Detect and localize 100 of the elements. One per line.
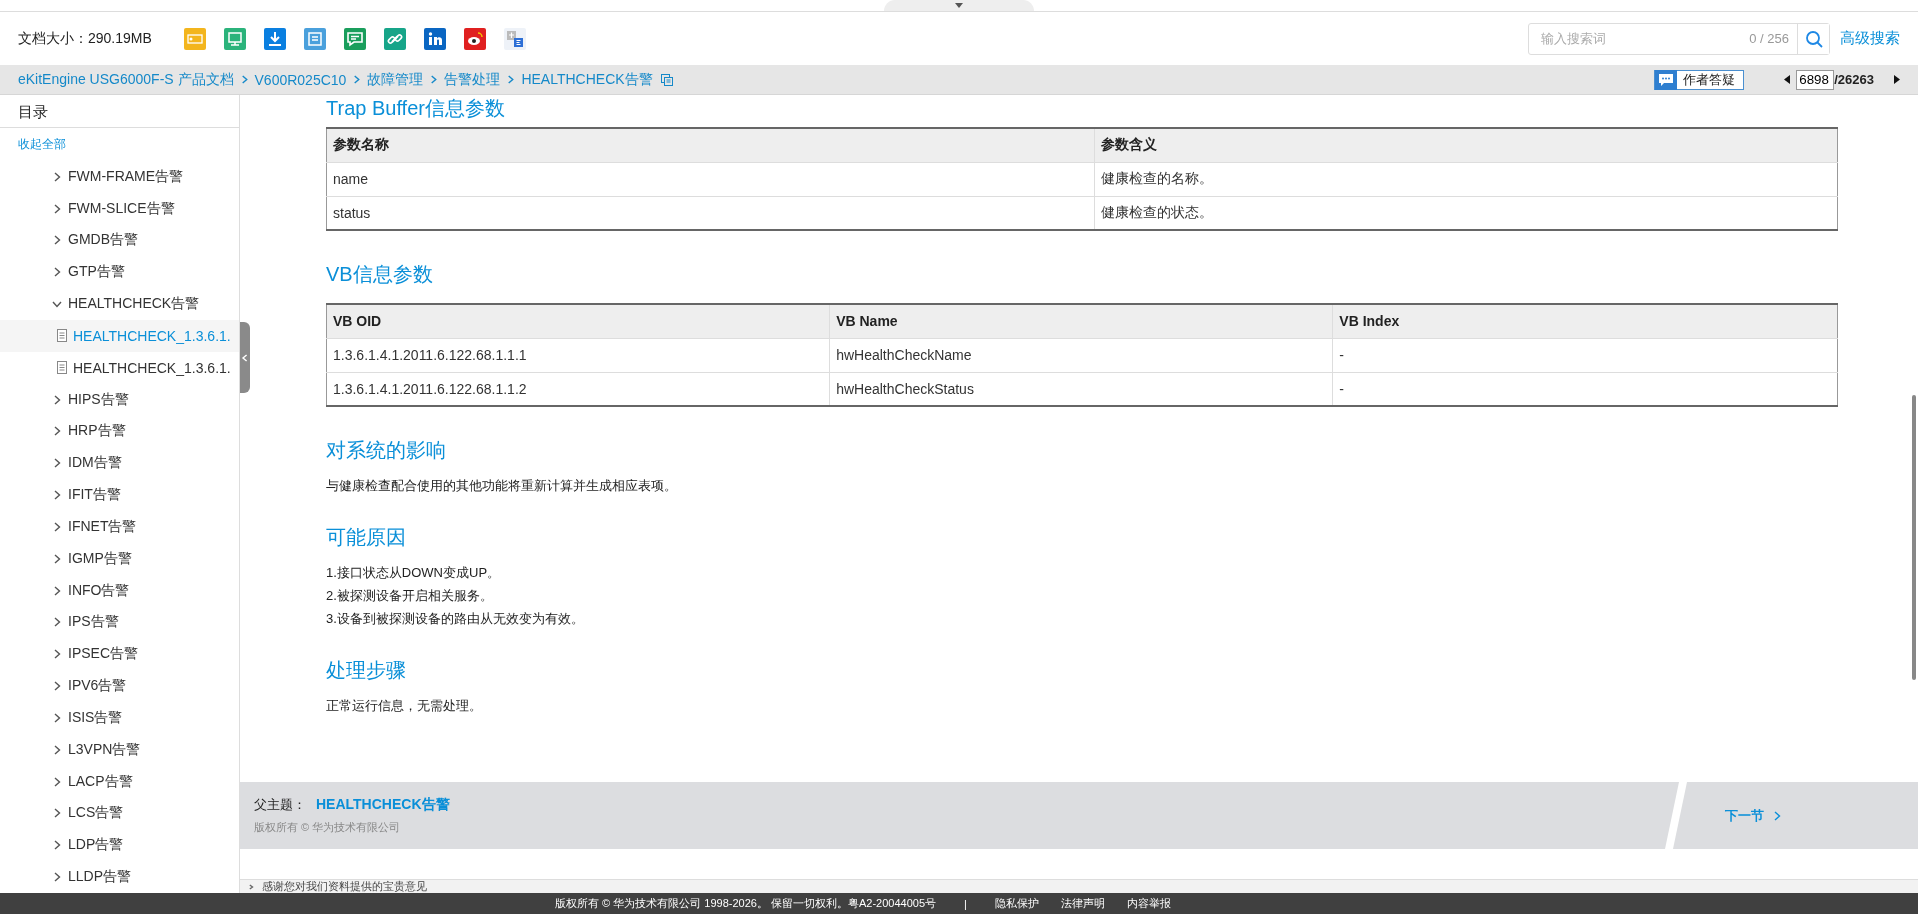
tree-item-label: L3VPN告警 xyxy=(68,740,141,759)
table-header-cell: VB Name xyxy=(829,304,1333,338)
footer-link[interactable]: 内容举报 xyxy=(1126,896,1171,911)
sidebar-collapse-handle[interactable] xyxy=(240,322,250,393)
tree-item[interactable]: IFIT告警 xyxy=(0,479,239,511)
eye-icon[interactable] xyxy=(463,27,486,50)
body-text: 2.被探测设备开启相关服务。 xyxy=(326,587,494,604)
tree-item[interactable]: LCS告警 xyxy=(0,797,239,830)
tree-item-label: LLDP告警 xyxy=(68,868,132,886)
body-text: 正常运行信息，无需处理。 xyxy=(326,697,483,714)
tree-item[interactable]: ISIS告警 xyxy=(0,701,239,734)
previous-page-icon[interactable] xyxy=(1784,75,1791,84)
tree-item[interactable]: FWM-SLICE告警 xyxy=(0,192,239,225)
tree-item-label: HEALTHCHECK_1.3.6.1. xyxy=(73,327,231,344)
table-cell: 健康检查的名称。 xyxy=(1094,162,1838,196)
tree-item-label: IDM告警 xyxy=(68,454,122,473)
tree-item[interactable]: GTP告警 xyxy=(0,256,239,289)
tree-item-label: HIPS告警 xyxy=(68,390,129,409)
section-heading: 对系统的影响 xyxy=(326,438,447,463)
copyright-text: 版权所有 © 华为技术有限公司 xyxy=(254,820,402,835)
tree-item[interactable]: GMDB告警 xyxy=(0,224,239,257)
scrollbar-thumb[interactable] xyxy=(1912,395,1916,680)
tree-item[interactable]: IFNET告警 xyxy=(0,511,239,543)
table-cell: - xyxy=(1332,338,1838,372)
tree-item-label: FWM-SLICE告警 xyxy=(68,199,175,218)
tree-item[interactable]: HEALTHCHECK_1.3.6.1. xyxy=(0,351,239,384)
ask-author-button[interactable]: 作者答疑 xyxy=(1654,69,1745,90)
tree-item-label: IFNET告警 xyxy=(68,517,137,536)
tree-item[interactable]: LACP告警 xyxy=(0,765,239,798)
table-header-cell: 参数名称 xyxy=(326,128,1095,162)
body-text: 与健康检查配合使用的其他功能将重新计算并生成相应表项。 xyxy=(326,477,678,494)
tree-item[interactable]: IPV6告警 xyxy=(0,670,239,702)
chevron-icon xyxy=(1772,810,1782,821)
footer-link[interactable]: 法律声明 xyxy=(1060,896,1105,911)
tree-item[interactable]: HIPS告警 xyxy=(0,383,239,416)
body-text: 3.设备到被探测设备的路由从无效变为有效。 xyxy=(326,610,585,627)
tree-item-label: FWM-FRAME告警 xyxy=(68,167,184,186)
tree-item-label: IPV6告警 xyxy=(68,677,127,696)
page-total: /26263 xyxy=(1834,72,1874,87)
document-icon xyxy=(57,329,67,343)
tree-item-label: IFIT告警 xyxy=(68,486,121,505)
tree-item[interactable]: HRP告警 xyxy=(0,415,239,448)
tree-item[interactable]: INFO告警 xyxy=(0,574,239,607)
tree-item[interactable]: LLDP告警 xyxy=(0,861,239,893)
table-header-cell: VB OID xyxy=(326,304,830,338)
tree-item[interactable]: HEALTHCHECK告警 xyxy=(0,288,239,320)
sidebar-title: 目录 xyxy=(0,95,239,128)
tree-item[interactable]: IPSEC告警 xyxy=(0,638,239,671)
table-cell: 1.3.6.1.4.1.2011.6.122.68.1.1.1 xyxy=(326,338,830,372)
section-heading: 可能原因 xyxy=(326,525,407,550)
translate-icon[interactable] xyxy=(503,27,526,50)
table-header-cell: 参数含义 xyxy=(1094,128,1838,162)
search-counter: 0 / 256 xyxy=(1749,31,1790,46)
table-header-cell: VB Index xyxy=(1332,304,1838,338)
file-size-text: 文档大小：290.19MB xyxy=(18,29,152,48)
tree-item[interactable]: IPS告警 xyxy=(0,606,239,639)
feedback-text: 感谢您对我们资料提供的宝贵意见 xyxy=(262,880,427,893)
section-heading: VB信息参数 xyxy=(326,262,434,287)
monitor-icon[interactable] xyxy=(223,27,246,50)
collapse-all-link[interactable]: 收起全部 xyxy=(0,127,239,161)
section-heading: Trap Buffer信息参数 xyxy=(326,96,506,121)
chevron-icon xyxy=(239,75,249,84)
table-cell: status xyxy=(326,196,1095,230)
advanced-search-link[interactable]: 高级搜索 xyxy=(1840,29,1900,48)
table-cell: hwHealthCheckName xyxy=(829,338,1333,372)
download-icon[interactable] xyxy=(263,27,286,50)
profile-icon[interactable] xyxy=(423,27,446,50)
chevron-icon xyxy=(241,353,249,362)
chat-icon[interactable] xyxy=(343,27,366,50)
caret-icon[interactable] xyxy=(955,3,963,8)
body-text: 1.接口状态从DOWN变成UP。 xyxy=(326,564,502,581)
tree-item[interactable]: FWM-FRAME告警 xyxy=(0,160,239,193)
tree-item-label: IGMP告警 xyxy=(68,549,132,568)
copy-icon[interactable] xyxy=(660,73,673,86)
link-icon[interactable] xyxy=(383,27,406,50)
footer-link[interactable]: 隐私保护 xyxy=(994,896,1039,911)
tree-item[interactable]: LDP告警 xyxy=(0,829,239,862)
tree-item[interactable]: L3VPN告警 xyxy=(0,733,239,766)
search-button[interactable] xyxy=(1797,23,1829,54)
chevron-icon xyxy=(506,75,516,84)
tree-item-label: IPS告警 xyxy=(68,613,119,632)
footer-copyright: 版权所有 © 华为技术有限公司 1998-2026。 保留一切权利。粤A2-20044005号 xyxy=(555,896,937,911)
next-page-icon[interactable] xyxy=(1894,75,1900,84)
feedback-bar[interactable]: 感谢您对我们资料提供的宝贵意见 xyxy=(240,879,1918,893)
tree-item[interactable]: IDM告警 xyxy=(0,447,239,480)
tree-item-label: HEALTHCHECK告警 xyxy=(68,295,200,314)
document-icon[interactable] xyxy=(303,27,326,50)
search-icon xyxy=(1804,29,1823,48)
parent-topic-label: 父主题： xyxy=(254,796,306,814)
tree-item-label: LDP告警 xyxy=(68,836,124,855)
page-number-field[interactable]: 6898 xyxy=(1796,69,1835,90)
tree-item-label: HRP告警 xyxy=(68,422,126,441)
tree-item-label: INFO告警 xyxy=(68,581,130,600)
tree-item[interactable]: IGMP告警 xyxy=(0,542,239,575)
tree-item-label: HEALTHCHECK_1.3.6.1. xyxy=(73,359,231,376)
tree-item-label: GMDB告警 xyxy=(68,231,138,250)
tree-item-label: ISIS告警 xyxy=(68,708,123,727)
chevron-icon xyxy=(248,883,254,890)
table-cell: 1.3.6.1.4.1.2011.6.122.68.1.1.2 xyxy=(326,372,830,406)
tree-item-label: LACP告警 xyxy=(68,772,133,791)
